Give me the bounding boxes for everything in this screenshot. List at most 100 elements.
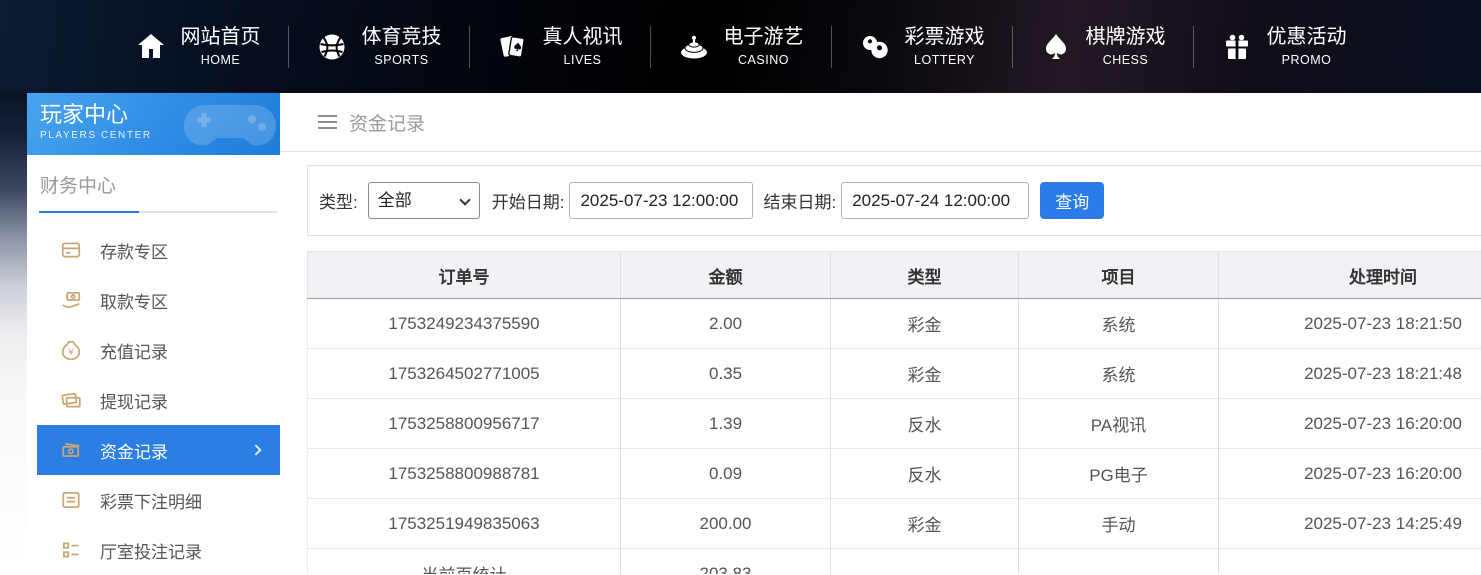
cell-item: PA视讯 [1019, 399, 1219, 449]
start-date-label: 开始日期: [492, 188, 565, 213]
header-amount: 金额 [621, 252, 831, 299]
end-date-input[interactable] [841, 182, 1029, 219]
nav-label-en: SPORTS [374, 52, 428, 68]
type-select[interactable]: 全部 [368, 182, 480, 219]
cell-amount: 0.09 [621, 449, 831, 499]
cell-amount: 200.00 [621, 499, 831, 549]
lottery-balls-icon [859, 31, 891, 63]
header-item: 项目 [1019, 252, 1219, 299]
nav-label-en: LOTTERY [914, 52, 975, 68]
sidebar-item-withdraw-zone[interactable]: 取款专区 [37, 275, 280, 325]
sidebar-item-withdrawal-record[interactable]: 提现记录 [37, 375, 280, 425]
cell-order-no: 1753264502771005 [308, 349, 621, 399]
start-date-input[interactable] [569, 182, 753, 219]
home-icon [135, 31, 167, 63]
playing-cards-icon [497, 31, 529, 63]
finance-center-heading: 财务中心 [40, 171, 280, 198]
cell-type: 反水 [831, 449, 1019, 499]
content-header: 资金记录 [280, 93, 1481, 152]
nav-label-zh: 彩票游戏 [905, 25, 985, 49]
hamburger-menu-icon[interactable] [318, 115, 337, 130]
nav-item-sports[interactable]: 体育竞技 SPORTS [289, 23, 469, 71]
sidebar-item-label: 资金记录 [100, 438, 168, 463]
nav-label-en: PROMO [1282, 52, 1332, 68]
header-type: 类型 [831, 252, 1019, 299]
nav-label-en: LIVES [564, 52, 602, 68]
nav-label-en: HOME [201, 52, 241, 68]
table-row: 1753258800988781 0.09 反水 PG电子 2025-07-23… [308, 449, 1481, 499]
search-button[interactable]: 查询 [1040, 182, 1104, 219]
cell-amount: 1.39 [621, 399, 831, 449]
cell-order-no: 1753249234375590 [308, 299, 621, 349]
filter-panel: 类型: 全部 开始日期: 结束日期: 查询 [307, 165, 1481, 236]
section-divider [39, 211, 277, 213]
table-row: 1753251949835063 200.00 彩金 手动 2025-07-23… [308, 499, 1481, 549]
cell-item: 手动 [1019, 499, 1219, 549]
table-row: 1753258800956717 1.39 反水 PA视讯 2025-07-23… [308, 399, 1481, 449]
cell-time: 2025-07-23 18:21:48 [1219, 349, 1481, 399]
hall-bet-record-icon [60, 539, 82, 561]
summary-time [1219, 549, 1481, 575]
header-time: 处理时间 [1219, 252, 1481, 299]
players-center-banner: 玩家中心 PLAYERS CENTER [27, 93, 280, 155]
table-header-row: 订单号 金额 类型 项目 处理时间 [308, 252, 1481, 299]
sidebar-item-funds-record[interactable]: 资金记录 [37, 425, 280, 475]
header-order-no: 订单号 [308, 252, 621, 299]
nav-label-zh: 优惠活动 [1267, 25, 1347, 49]
nav-item-promo[interactable]: 优惠活动 PROMO [1194, 23, 1374, 71]
cell-time: 2025-07-23 16:20:00 [1219, 449, 1481, 499]
page-background-strip [0, 93, 27, 574]
summary-type [831, 549, 1019, 575]
cell-item: 系统 [1019, 349, 1219, 399]
nav-item-lives[interactable]: 真人视讯LIVES [470, 23, 650, 71]
cell-type: 彩金 [831, 499, 1019, 549]
sidebar: 玩家中心 PLAYERS CENTER 财务中心 存款专区 取款专区 ¥ 充值记… [27, 93, 280, 574]
sidebar-item-hall-bet-record[interactable]: 厅室投注记录 [37, 525, 280, 575]
top-nav: 网站首页 HOME 体育竞技 SPORTS 真人视讯LIVES 电子游艺 CASINO… [0, 0, 1481, 93]
withdraw-hand-icon [60, 289, 82, 311]
nav-item-home[interactable]: 网站首页 HOME [108, 23, 288, 71]
cell-type: 彩金 [831, 299, 1019, 349]
withdrawal-record-icon [60, 389, 82, 411]
funds-record-table: 订单号 金额 类型 项目 处理时间 1753249234375590 2.00 … [307, 251, 1481, 574]
nav-item-casino[interactable]: 电子游艺 CASINO [651, 23, 831, 71]
table-row: 1753249234375590 2.00 彩金 系统 2025-07-23 1… [308, 299, 1481, 349]
cell-time: 2025-07-23 18:21:50 [1219, 299, 1481, 349]
roulette-icon [678, 31, 710, 63]
nav-label-en: CHESS [1103, 52, 1149, 68]
sidebar-item-label: 存款专区 [100, 238, 168, 263]
sidebar-item-label: 提现记录 [100, 388, 168, 413]
summary-item [1019, 549, 1219, 575]
page-title: 资金记录 [349, 109, 425, 136]
basketball-icon [316, 31, 348, 63]
cell-order-no: 1753258800988781 [308, 449, 621, 499]
main-content: 资金记录 类型: 全部 开始日期: 结束日期: 查询 订单号 金额 类型 项目 … [280, 93, 1481, 574]
svg-text:¥: ¥ [68, 348, 74, 358]
cell-order-no: 1753258800956717 [308, 399, 621, 449]
chevron-right-icon [250, 444, 261, 455]
nav-label-zh: 网站首页 [181, 25, 261, 49]
cell-time: 2025-07-23 14:25:49 [1219, 499, 1481, 549]
nav-label-zh: 体育竞技 [362, 25, 442, 49]
nav-label-zh: 电子游艺 [724, 25, 804, 49]
cell-item: PG电子 [1019, 449, 1219, 499]
lottery-detail-icon [60, 489, 82, 511]
nav-label-en: CASINO [738, 52, 789, 68]
cell-type: 反水 [831, 399, 1019, 449]
sidebar-item-label: 厅室投注记录 [100, 538, 202, 563]
funds-record-icon [60, 439, 82, 461]
summary-amount: 203.83 [621, 549, 831, 575]
sidebar-menu: 存款专区 取款专区 ¥ 充值记录 提现记录 资金记录 彩票下注明细 厅室投注记录 [37, 225, 280, 575]
sidebar-item-recharge-record[interactable]: ¥ 充值记录 [37, 325, 280, 375]
cell-type: 彩金 [831, 349, 1019, 399]
nav-label-zh: 棋牌游戏 [1086, 25, 1166, 49]
cell-amount: 0.35 [621, 349, 831, 399]
nav-item-chess[interactable]: 棋牌游戏 CHESS [1013, 23, 1193, 71]
nav-item-lottery[interactable]: 彩票游戏 LOTTERY [832, 23, 1012, 71]
recharge-moneybag-icon: ¥ [60, 339, 82, 361]
sidebar-item-deposit-zone[interactable]: 存款专区 [37, 225, 280, 275]
sidebar-item-lottery-bet-detail[interactable]: 彩票下注明细 [37, 475, 280, 525]
cell-order-no: 1753251949835063 [308, 499, 621, 549]
cell-item: 系统 [1019, 299, 1219, 349]
gamepad-icon [182, 97, 278, 153]
